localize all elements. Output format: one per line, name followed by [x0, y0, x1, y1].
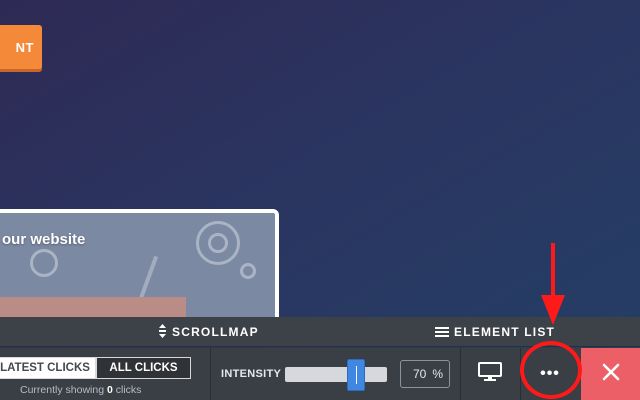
- hero-card-title: our website: [2, 231, 86, 248]
- gear-decoration: [30, 249, 58, 277]
- annotation-arrow: [540, 243, 566, 325]
- all-clicks-toggle[interactable]: ALL CLICKS: [96, 357, 191, 379]
- showing-suffix: clicks: [115, 384, 142, 396]
- tab-element-list[interactable]: ELEMENT LIST: [435, 317, 555, 347]
- desktop-monitor-icon: [478, 361, 502, 387]
- click-count-status: Currently showing 0 clicks: [20, 384, 141, 396]
- all-clicks-label: ALL CLICKS: [109, 362, 178, 374]
- device-toggle-button[interactable]: [470, 358, 510, 390]
- gear-decoration: [240, 263, 256, 279]
- close-button[interactable]: [581, 348, 640, 400]
- gear-decoration: [208, 233, 228, 253]
- website-cta-label: NT: [15, 39, 34, 55]
- latest-clicks-toggle[interactable]: LATEST CLICKS: [0, 357, 96, 379]
- showing-count: 0: [106, 384, 113, 396]
- intensity-value-field[interactable]: 70 %: [400, 360, 450, 388]
- annotation-circle: [520, 341, 582, 399]
- latest-clicks-label: LATEST CLICKS: [0, 362, 90, 374]
- vertical-arrows-icon: [158, 323, 167, 341]
- intensity-unit: %: [432, 367, 443, 381]
- intensity-value: 70: [412, 367, 427, 381]
- toolbar-divider: [460, 348, 461, 400]
- intensity-slider-track[interactable]: [285, 367, 387, 382]
- list-icon: [435, 326, 449, 338]
- close-x-icon: [602, 363, 620, 386]
- tab-scrollmap[interactable]: SCROLLMAP: [158, 317, 259, 347]
- tab-element-list-label: ELEMENT LIST: [454, 325, 556, 339]
- intensity-slider-handle[interactable]: [347, 359, 366, 391]
- intensity-label: INTENSITY: [221, 368, 282, 380]
- tab-scrollmap-label: SCROLLMAP: [172, 325, 259, 339]
- website-cta-button[interactable]: NT: [0, 25, 42, 69]
- toolbar-divider: [210, 348, 211, 400]
- showing-prefix: Currently showing: [20, 384, 105, 396]
